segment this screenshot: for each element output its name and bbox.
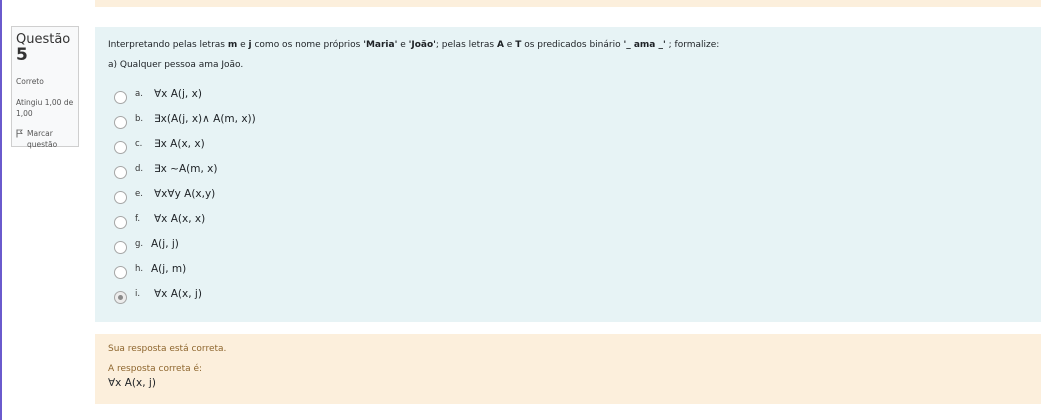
- radio-button[interactable]: [114, 216, 127, 229]
- answer-option-h[interactable]: h. A(j, m): [114, 263, 434, 283]
- question-text-bold: A: [496, 40, 504, 50]
- question-grade: Atingiu 1,00 de 1,00: [16, 98, 74, 118]
- answer-option-g[interactable]: g. A(j, j): [114, 238, 434, 258]
- option-letter: b.: [135, 114, 144, 124]
- option-formula: ∃x(A(j, x)∧ A(m, x)): [154, 113, 256, 125]
- answer-option-d[interactable]: d. ∃x ~A(m, x): [114, 163, 434, 183]
- question-text-part: ; formalize:: [665, 40, 720, 50]
- option-letter: e.: [135, 189, 143, 199]
- answer-option-i[interactable]: i. ∀x A(x, j): [114, 288, 434, 308]
- answer-option-c[interactable]: c. ∃x A(x, x): [114, 138, 434, 158]
- question-text-part: e: [237, 40, 249, 50]
- question-info-panel: Questão 5 Correto Atingiu 1,00 de 1,00 M…: [11, 26, 79, 150]
- option-formula: A(j, m): [151, 263, 187, 275]
- option-formula: ∀x A(x, x): [154, 213, 206, 225]
- question-text-part: ; pelas letras: [435, 40, 497, 50]
- option-formula: ∀x A(x, j): [154, 288, 202, 300]
- option-letter: i.: [135, 289, 141, 299]
- option-letter: f.: [135, 214, 141, 224]
- option-formula: ∀x∀y A(x,y): [154, 188, 216, 200]
- question-outcome: Sua resposta está correta. A resposta co…: [95, 334, 1041, 404]
- radio-button[interactable]: [114, 91, 127, 104]
- radio-button[interactable]: [114, 241, 127, 254]
- option-formula: A(j, j): [151, 238, 179, 250]
- question-text-part: Interpretando pelas letras: [108, 40, 228, 50]
- flag-question-label: Marcar questão: [27, 129, 58, 149]
- option-letter: a.: [135, 89, 143, 99]
- option-letter: d.: [135, 164, 144, 174]
- option-formula: ∃x A(x, x): [154, 138, 205, 150]
- option-formula: ∃x ~A(m, x): [154, 163, 218, 175]
- option-letter: c.: [135, 139, 143, 149]
- flag-question-link[interactable]: Marcar questão: [16, 128, 74, 150]
- option-letter: g.: [135, 239, 144, 249]
- question-text-part: como os nome próprios: [251, 40, 364, 50]
- radio-button[interactable]: [114, 166, 127, 179]
- question-text-part: e: [397, 40, 409, 50]
- radio-button-selected[interactable]: [114, 291, 127, 304]
- answer-option-f[interactable]: f. ∀x A(x, x): [114, 213, 434, 233]
- feedback-text: Sua resposta está correta.: [108, 344, 227, 354]
- previous-question-outcome-strip: [95, 0, 1041, 7]
- option-formula: ∀x A(j, x): [154, 88, 202, 100]
- flag-icon: [16, 129, 23, 138]
- question-state: Correto: [16, 77, 44, 86]
- answer-option-b[interactable]: b. ∃x(A(j, x)∧ A(m, x)): [114, 113, 434, 133]
- radio-button[interactable]: [114, 116, 127, 129]
- radio-button[interactable]: [114, 191, 127, 204]
- question-text-bold: 'João': [408, 40, 436, 50]
- question-text-bold: m: [227, 40, 238, 50]
- question-text-part: os predicados binário: [521, 40, 624, 50]
- radio-button[interactable]: [114, 266, 127, 279]
- right-answer-label: A resposta correta é:: [108, 364, 203, 374]
- question-text-part: e: [503, 40, 516, 50]
- question-text: Interpretando pelas letras m e j como os…: [108, 40, 719, 50]
- answer-option-a[interactable]: a. ∀x A(j, x): [114, 88, 434, 108]
- question-prompt: a) Qualquer pessoa ama João.: [108, 60, 244, 70]
- question-text-bold: '_ ama _': [623, 40, 666, 50]
- radio-button[interactable]: [114, 141, 127, 154]
- right-answer-formula: ∀x A(x, j): [108, 377, 156, 389]
- question-text-bold: 'Maria': [363, 40, 398, 50]
- option-letter: h.: [135, 264, 144, 274]
- question-formulation: Interpretando pelas letras m e j como os…: [95, 27, 1041, 322]
- answer-option-e[interactable]: e. ∀x∀y A(x,y): [114, 188, 434, 208]
- left-accent-bar: [0, 0, 2, 420]
- question-number: 5: [16, 45, 28, 65]
